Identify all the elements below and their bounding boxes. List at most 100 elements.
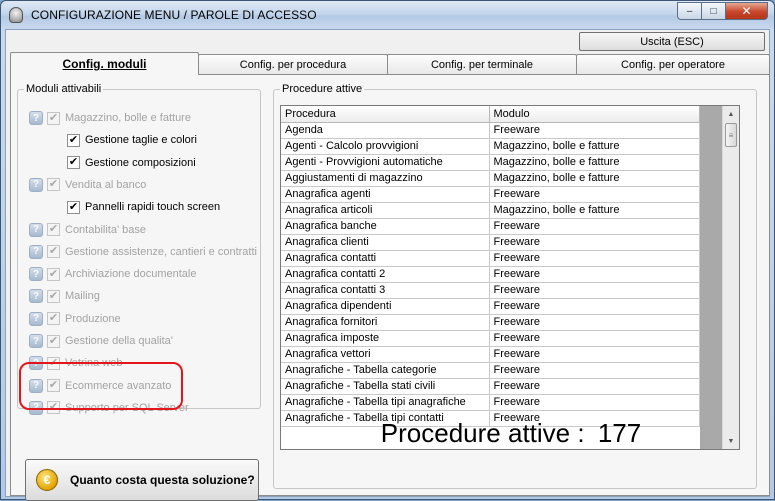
tab-config-terminale[interactable]: Config. per terminale — [387, 54, 577, 74]
cell-procedura[interactable]: Anagrafica contatti 2 — [281, 266, 490, 283]
module-item: ? ✔ Vendita al banco — [29, 176, 146, 194]
table-row[interactable]: Agenda Freeware — [281, 122, 700, 139]
cell-modulo[interactable]: Freeware — [489, 282, 700, 299]
info-icon[interactable]: ? — [29, 267, 43, 282]
table-row[interactable]: Anagrafica contatti 3 Freeware — [281, 282, 700, 299]
cell-modulo[interactable]: Freeware — [489, 266, 700, 283]
cell-modulo[interactable]: Freeware — [489, 186, 700, 203]
table-row[interactable]: Anagrafica imposte Freeware — [281, 330, 700, 347]
cell-procedura[interactable]: Anagrafica contatti 3 — [281, 282, 490, 299]
scroll-up-icon[interactable]: ▲ — [723, 106, 739, 122]
cell-procedura[interactable]: Anagrafica contatti — [281, 250, 490, 267]
cell-modulo[interactable]: Freeware — [489, 362, 700, 379]
info-icon[interactable]: ? — [29, 334, 43, 348]
module-item: ? ✔ Gestione assistenze, cantieri e contra… — [29, 243, 257, 261]
table-row[interactable]: Anagrafica dipendenti Freeware — [281, 298, 700, 315]
info-icon[interactable]: ? — [29, 244, 43, 259]
info-icon[interactable]: ? — [29, 177, 43, 192]
tab-config-moduli[interactable]: Config. moduli — [10, 52, 199, 75]
module-checkbox: ✔ — [47, 312, 60, 326]
table-row[interactable]: Anagrafiche - Tabella tipi anagrafiche Fr… — [281, 394, 700, 411]
info-icon[interactable]: ? — [29, 222, 43, 237]
vertical-scrollbar[interactable]: ▲ ≡ ▼ — [722, 106, 739, 449]
cell-modulo[interactable]: Freeware — [489, 122, 700, 139]
table-row[interactable]: Anagrafica clienti Freeware — [281, 234, 700, 251]
cell-modulo[interactable]: Freeware — [489, 378, 700, 395]
module-label: Vendita al banco — [65, 178, 147, 191]
cell-procedura[interactable]: Anagrafica clienti — [281, 234, 490, 251]
cell-modulo[interactable]: Magazzino, bolle e fatture — [489, 154, 700, 171]
table-row[interactable]: Anagrafica contatti 2 Freeware — [281, 266, 700, 283]
column-header-procedura[interactable]: Procedura — [281, 106, 490, 123]
column-header-modulo[interactable]: Modulo — [489, 106, 700, 123]
table-row[interactable]: Anagrafica contatti Freeware — [281, 250, 700, 267]
cell-modulo[interactable]: Freeware — [489, 218, 700, 235]
module-checkbox[interactable]: ✔ — [67, 200, 80, 214]
minimize-icon: – — [686, 5, 693, 17]
cell-modulo[interactable]: Freeware — [489, 394, 700, 411]
cell-procedura[interactable]: Anagrafica fornitori — [281, 314, 490, 331]
grip-icon: ≡ — [728, 130, 734, 140]
module-checkbox: ✔ — [47, 223, 60, 236]
cell-modulo[interactable]: Freeware — [489, 298, 700, 315]
cell-procedura[interactable]: Aggiustamenti di magazzino — [281, 170, 490, 187]
cell-modulo[interactable]: Magazzino, bolle e fatture — [489, 170, 700, 187]
cell-modulo[interactable]: Freeware — [489, 234, 700, 251]
client-area: Uscita (ESC) Config. moduli Config. per … — [5, 29, 770, 501]
cost-button[interactable]: € Quanto costa questa soluzione? — [25, 459, 259, 501]
exit-button[interactable]: Uscita (ESC) — [579, 32, 765, 51]
module-label: Gestione composizioni — [85, 156, 196, 169]
module-checkbox[interactable]: ✔ — [67, 156, 80, 170]
cell-procedura[interactable]: Anagrafica vettori — [281, 346, 490, 363]
restore-icon: □ — [710, 5, 717, 17]
table-row[interactable]: Anagrafica agenti Freeware — [281, 186, 700, 203]
table-row[interactable]: Agenti - Calcolo provvigioni Magazzino, b… — [281, 138, 700, 155]
table-row[interactable]: Anagrafica vettori Freeware — [281, 346, 700, 363]
cell-procedura[interactable]: Agenda — [281, 122, 490, 139]
module-label: Gestione taglie e colori — [85, 134, 197, 147]
cell-modulo[interactable]: Freeware — [489, 314, 700, 331]
info-icon[interactable]: ? — [29, 111, 43, 125]
table-row[interactable]: Anagrafiche - Tabella categorie Freeware — [281, 362, 700, 379]
module-checkbox[interactable]: ✔ — [67, 133, 80, 147]
cell-modulo[interactable]: Freeware — [489, 346, 700, 363]
cell-modulo[interactable]: Freeware — [489, 330, 700, 347]
restore-button[interactable]: □ — [701, 2, 726, 20]
table-row[interactable]: Anagrafica articoli Magazzino, bolle e fa… — [281, 202, 700, 219]
tab-config-procedura[interactable]: Config. per procedura — [198, 54, 388, 74]
cell-procedura[interactable]: Anagrafica agenti — [281, 186, 490, 203]
cell-modulo[interactable]: Magazzino, bolle e fatture — [489, 138, 700, 155]
close-button[interactable]: ✕ — [725, 2, 768, 20]
modules-group-title: Moduli attivabili — [24, 83, 104, 95]
cell-modulo[interactable]: Freeware — [489, 250, 700, 267]
table-row[interactable]: Anagrafica fornitori Freeware — [281, 314, 700, 331]
table-row[interactable]: Aggiustamenti di magazzino Magazzino, bol… — [281, 170, 700, 187]
cell-modulo[interactable]: Magazzino, bolle e fatture — [489, 202, 700, 219]
cell-procedura[interactable]: Anagrafica banche — [281, 218, 490, 235]
table-row[interactable]: Anagrafica banche Freeware — [281, 218, 700, 235]
procedures-table: Procedura Modulo Agenda Freeware Agenti - … — [281, 106, 700, 427]
procedures-grid[interactable]: Procedura Modulo Agenda Freeware Agenti - … — [280, 105, 740, 450]
cell-procedura[interactable]: Anagrafiche - Tabella categorie — [281, 362, 490, 379]
cell-procedura[interactable]: Agenti - Calcolo provvigioni — [281, 138, 490, 155]
info-icon[interactable]: ? — [29, 289, 43, 304]
grid-empty-area — [700, 106, 724, 449]
title-bar[interactable]: CONFIGURAZIONE MENU / PAROLE DI ACCESSO … — [1, 1, 774, 29]
cell-procedura[interactable]: Anagrafica imposte — [281, 330, 490, 347]
cell-procedura[interactable]: Anagrafica articoli — [281, 202, 490, 219]
scroll-thumb[interactable]: ≡ — [725, 123, 737, 147]
cell-procedura[interactable]: Anagrafica dipendenti — [281, 298, 490, 315]
module-checkbox: ✔ — [47, 111, 60, 125]
app-icon[interactable] — [9, 7, 23, 23]
table-row[interactable]: Agenti - Provvigioni automatiche Magazzin… — [281, 154, 700, 171]
cost-button-label: Quanto costa questa soluzione? — [70, 473, 255, 487]
close-icon: ✕ — [741, 4, 752, 18]
cell-procedura[interactable]: Agenti - Provvigioni automatiche — [281, 154, 490, 171]
info-icon[interactable]: ? — [29, 311, 43, 326]
window-title: CONFIGURAZIONE MENU / PAROLE DI ACCESSO — [31, 8, 317, 22]
cell-procedura[interactable]: Anagrafiche - Tabella stati civili — [281, 378, 490, 395]
minimize-button[interactable]: – — [677, 2, 702, 20]
cell-procedura[interactable]: Anagrafiche - Tabella tipi anagrafiche — [281, 394, 490, 411]
table-row[interactable]: Anagrafiche - Tabella stati civili Freewa… — [281, 378, 700, 395]
tab-config-operatore[interactable]: Config. per operatore — [576, 54, 770, 74]
